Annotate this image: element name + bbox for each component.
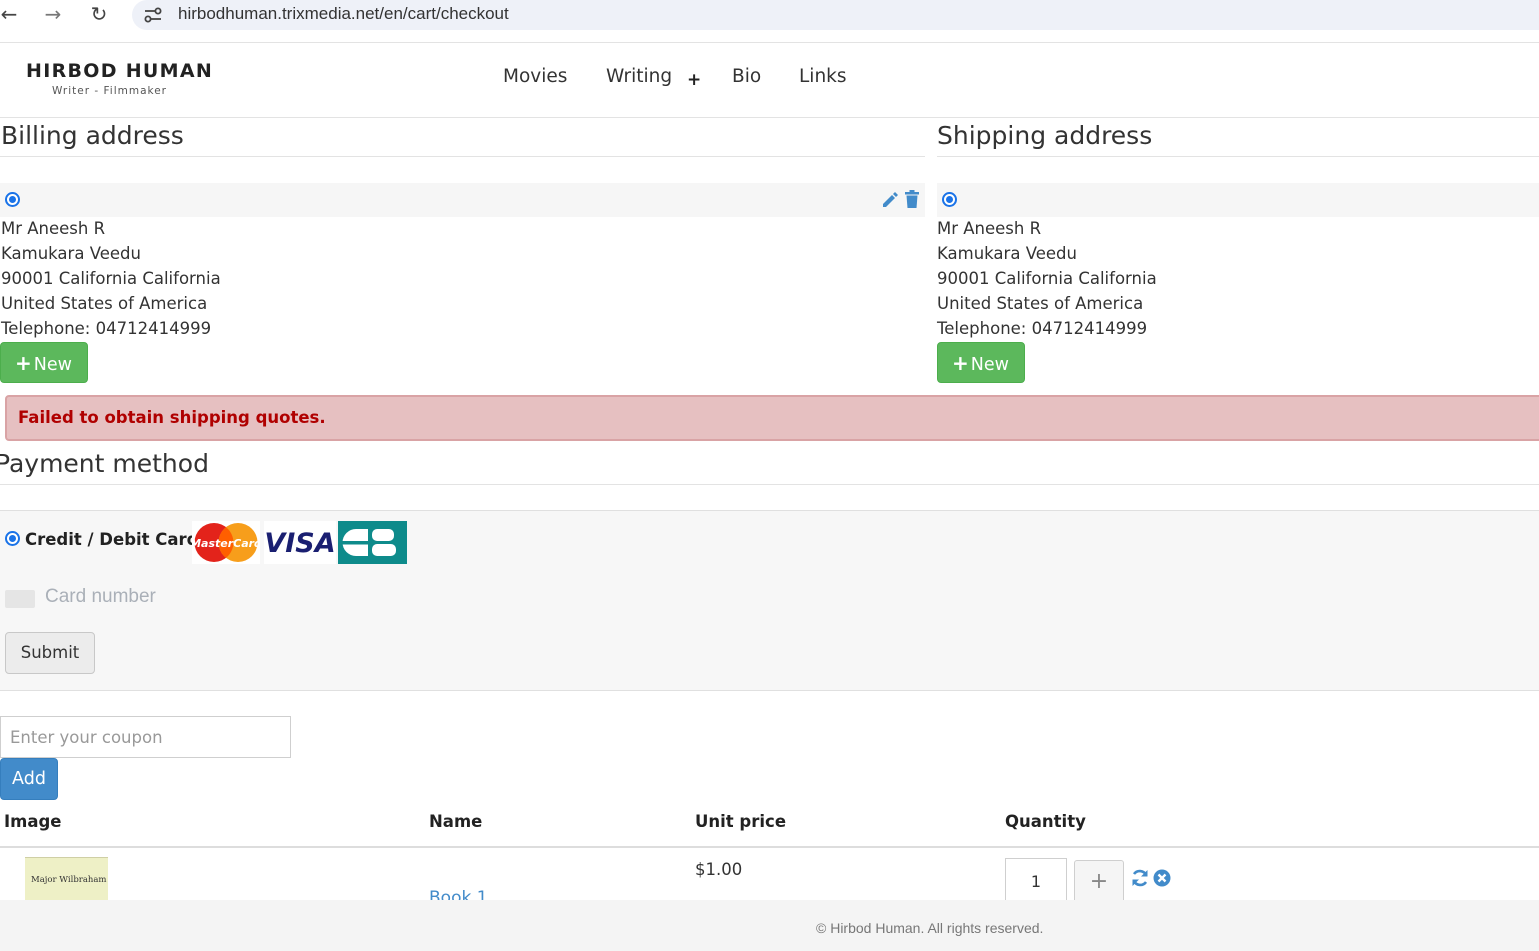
credit-card-label[interactable]: Credit / Debit Card [25,530,198,549]
address-bar[interactable]: hirbodhuman.trixmedia.net/en/cart/checko… [132,0,1539,30]
billing-new-button[interactable]: + New [0,342,88,383]
alert-message: Failed to obtain shipping quotes. [18,408,326,427]
shipping-address-bar [937,183,1539,217]
browser-toolbar: ← → ↻ hirbodhuman.trixmedia.net/en/cart/… [0,0,1539,34]
product-unit-price: $1.00 [695,860,743,879]
shipping-line-country: United States of America [937,294,1144,313]
book-cover-title: Major Wilbraham [31,875,107,885]
shipping-title: Shipping address [937,121,1153,150]
shipping-line-street: Kamukara Veedu [937,244,1077,263]
header-bottom-divider [0,117,1539,118]
mastercard-logo-icon: MasterCard [192,521,260,564]
plus-icon: + [952,351,969,375]
billing-line-city: 90001 California California [1,269,221,288]
billing-address-radio[interactable] [5,192,20,207]
coupon-input[interactable] [0,716,291,758]
billing-title: Billing address [1,121,184,150]
reload-icon[interactable]: ↻ [86,2,112,28]
site-tagline: Writer - Filmmaker [52,85,167,97]
card-number-input[interactable] [45,586,345,608]
col-header-name: Name [429,812,483,831]
shipping-line-name: Mr Aneesh R [937,219,1042,238]
col-header-image: Image [4,812,62,831]
add-coupon-button[interactable]: Add [0,758,58,800]
shipping-title-divider [937,156,1539,157]
site-footer: © Hirbod Human. All rights reserved. [0,900,1539,951]
plus-icon: + [15,351,32,375]
nav-links[interactable]: Links [799,66,847,87]
back-arrow-icon[interactable]: ← [0,2,22,28]
shipping-new-button[interactable]: + New [937,342,1025,383]
payment-title-divider [0,484,1539,485]
shipping-line-city: 90001 California California [937,269,1157,288]
site-logo[interactable]: HIRBOD HUMAN [26,60,213,82]
nav-movies[interactable]: Movies [503,66,567,87]
billing-line-name: Mr Aneesh R [1,219,106,238]
shipping-error-alert: Failed to obtain shipping quotes. [5,395,1539,441]
visa-logo-icon: VISA [264,521,336,564]
svg-text:MasterCard: MasterCard [192,537,260,550]
billing-line-country: United States of America [1,294,208,313]
billing-title-divider [0,156,925,157]
remove-item-icon[interactable] [1153,869,1171,887]
url-text[interactable]: hirbodhuman.trixmedia.net/en/cart/checko… [178,4,509,24]
credit-card-icon [5,590,35,608]
trash-icon[interactable] [904,190,920,209]
pencil-icon[interactable] [881,190,900,209]
svg-text:VISA: VISA [264,528,335,559]
nav-bio[interactable]: Bio [732,66,761,87]
forward-arrow-icon[interactable]: → [40,2,66,28]
nav-writing[interactable]: Writing [606,66,672,87]
billing-new-label: New [33,355,72,375]
payment-title: Payment method [0,449,209,478]
footer-copyright: © Hirbod Human. All rights reserved. [816,920,1044,936]
table-header-divider [0,846,1539,848]
shipping-new-label: New [970,355,1009,375]
credit-card-radio[interactable] [5,531,20,546]
refresh-icon[interactable] [1130,868,1150,888]
billing-line-phone: Telephone: 04712414999 [1,319,212,338]
col-header-unit-price: Unit price [695,812,787,831]
header-top-divider [0,42,1539,43]
site-info-icon[interactable] [143,6,163,24]
writing-expand-icon[interactable]: + [687,70,701,90]
shipping-line-phone: Telephone: 04712414999 [937,319,1148,338]
shipping-address-radio[interactable] [942,192,957,207]
billing-address-bar [0,183,925,217]
col-header-quantity: Quantity [1005,812,1086,831]
quantity-input[interactable] [1005,858,1067,904]
cb-logo-icon [338,521,407,564]
billing-line-street: Kamukara Veedu [1,244,141,263]
submit-payment-button[interactable]: Submit [5,632,95,674]
